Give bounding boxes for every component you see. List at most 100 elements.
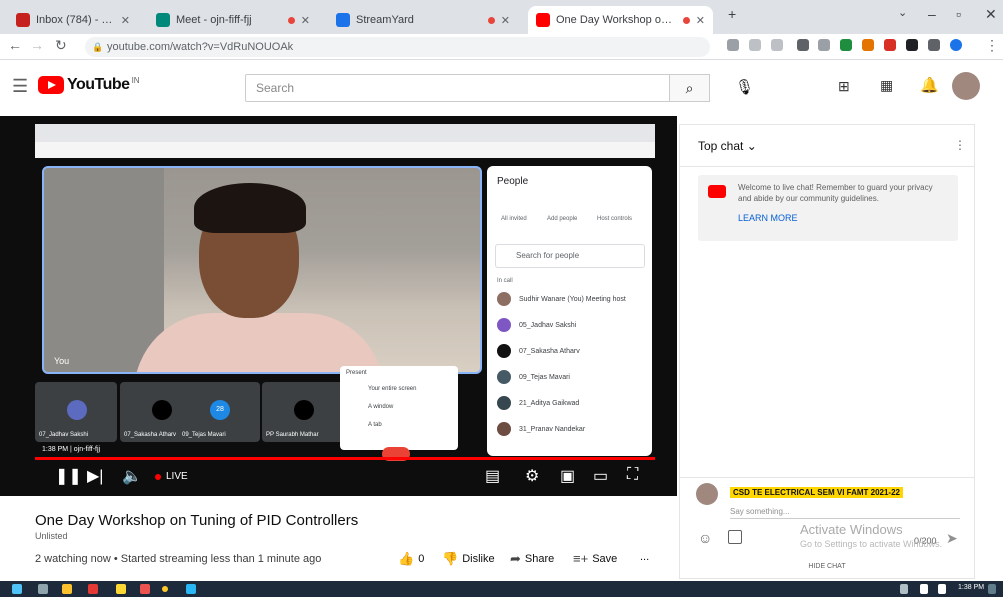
new-tab-button[interactable]: + (728, 6, 736, 22)
app-icon[interactable] (162, 586, 168, 592)
extension-icon[interactable] (797, 39, 809, 51)
youtube-logo[interactable]: YouTube IN (38, 76, 140, 94)
next-icon[interactable]: ▶| (87, 466, 103, 486)
gmail-icon (16, 13, 30, 27)
close-icon[interactable]: ✕ (301, 14, 310, 27)
chrome-menu-icon[interactable]: ⋮ (985, 37, 999, 54)
folder-icon[interactable] (116, 584, 126, 594)
participant-row[interactable]: 07_Sakasha Atharv (497, 340, 642, 362)
miniplayer-icon[interactable]: ▣ (560, 466, 575, 486)
chat-menu-icon[interactable]: ⋮ (954, 138, 966, 152)
reload-icon[interactable]: ↻ (55, 37, 67, 54)
participant-row[interactable]: 21_Aditya Gaikwad (497, 392, 642, 414)
account-avatar[interactable] (952, 72, 980, 100)
video-player[interactable]: You People All invited Add people Host c… (0, 116, 677, 496)
create-video-icon[interactable]: ⊞ (838, 78, 850, 95)
notifications-icon[interactable] (988, 584, 996, 594)
windows-start-icon[interactable] (12, 584, 22, 594)
recording-dot-icon (287, 16, 295, 24)
notifications-bell-icon[interactable]: 🔔 (920, 76, 939, 94)
tray-icon[interactable] (900, 584, 908, 594)
app-icon[interactable] (186, 584, 196, 594)
people-tab[interactable]: Add people (547, 216, 577, 222)
super-chat-icon[interactable] (728, 530, 742, 544)
present-option[interactable]: Your entire screen (368, 386, 416, 392)
share-icon[interactable] (749, 39, 761, 51)
present-option[interactable]: A window (368, 404, 393, 410)
visibility-badge: Unlisted (35, 531, 68, 541)
progress-bar[interactable] (35, 457, 655, 460)
volume-tray-icon[interactable] (920, 584, 928, 594)
back-icon[interactable]: ← (8, 37, 22, 53)
hamburger-menu-icon[interactable]: ☰ (12, 76, 28, 97)
extension-icon[interactable] (884, 39, 896, 51)
pause-icon[interactable]: ❚❚ (55, 466, 82, 486)
forward-icon[interactable]: → (30, 37, 44, 53)
tab-search-icon[interactable]: ⌄ (898, 6, 907, 19)
tab-gmail[interactable]: Inbox (784) - sudhir.wanare@c ✕ (8, 6, 138, 34)
live-badge[interactable]: LIVE (155, 471, 188, 482)
tab-youtube[interactable]: One Day Workshop on Tuni ✕ (528, 6, 713, 34)
emoji-icon[interactable]: ☺ (698, 530, 712, 546)
puzzle-icon[interactable] (906, 39, 918, 51)
chrome-icon[interactable] (88, 584, 98, 594)
fullscreen-icon[interactable]: ⛶ (627, 466, 638, 484)
url-field[interactable]: 🔒 youtube.com/watch?v=VdRuNOUOAk (85, 37, 710, 57)
participant-row[interactable]: 09_Tejas Mavari (497, 366, 642, 388)
like-button[interactable]: 👍 0 (398, 551, 424, 567)
theater-mode-icon[interactable]: ▭ (593, 466, 608, 486)
search-icon[interactable] (38, 584, 48, 594)
extension-icon[interactable] (818, 39, 830, 51)
extension-icon[interactable] (928, 39, 940, 51)
network-tray-icon[interactable] (938, 584, 946, 594)
close-icon[interactable]: ✕ (121, 14, 130, 27)
dislike-button[interactable]: 👎 Dislike (442, 551, 495, 567)
people-tab[interactable]: Host controls (597, 216, 632, 222)
participant-row[interactable]: 31_Pranav Nandekar (497, 418, 642, 440)
star-icon[interactable] (771, 39, 783, 51)
minimize-icon[interactable]: – (928, 6, 936, 22)
volume-icon[interactable]: 🔈 (122, 466, 142, 486)
profile-avatar[interactable] (950, 39, 962, 51)
top-chat-dropdown[interactable]: Top chat ⌄ (698, 139, 757, 153)
hide-chat-button[interactable]: HIDE CHAT (680, 563, 974, 570)
thumbs-up-icon: 👍 (398, 551, 415, 566)
people-tab[interactable]: All invited (501, 216, 527, 222)
close-icon[interactable]: ✕ (696, 14, 705, 27)
check-extension-icon[interactable] (840, 39, 852, 51)
file-explorer-icon[interactable] (62, 584, 72, 594)
close-icon[interactable]: ✕ (501, 14, 510, 27)
send-icon[interactable]: ➤ (946, 530, 958, 547)
more-actions-button[interactable]: ... (640, 551, 649, 563)
present-option[interactable]: A tab (368, 422, 382, 428)
tab-streamyard[interactable]: StreamYard ✕ (328, 6, 518, 34)
share-button[interactable]: ➦ Share (510, 551, 554, 567)
learn-more-link[interactable]: LEARN MORE (738, 213, 798, 223)
search-people-input[interactable]: Search for people (495, 244, 645, 268)
tab-title: Meet - ojn-fiff-fjj (176, 14, 252, 26)
streamyard-icon (336, 13, 350, 27)
maximize-icon[interactable]: ▫ (956, 6, 961, 22)
apps-icon[interactable]: ▦ (880, 77, 893, 94)
chat-input[interactable]: Say something... (730, 507, 960, 519)
lock-icon: 🔒 (92, 42, 104, 52)
participant-tile: 28 09_Tejas Mavari (178, 382, 260, 442)
taskbar-clock: 1:38 PM (958, 584, 985, 591)
chat-header: Top chat ⌄ ⋮ (680, 125, 974, 167)
search-button[interactable]: ⌕ (670, 74, 710, 102)
save-button[interactable]: ≡+ Save (573, 551, 617, 566)
close-window-icon[interactable]: ✕ (985, 6, 997, 23)
microphone-icon[interactable]: 🎙 (735, 78, 754, 96)
recording-dot-icon (682, 16, 690, 24)
settings-gear-icon[interactable]: ⚙ (525, 466, 539, 486)
people-title: People (497, 176, 529, 187)
install-icon[interactable] (727, 39, 739, 51)
extension-icon[interactable] (862, 39, 874, 51)
welcome-message: Welcome to live chat! Remember to guard … (738, 183, 933, 203)
app-icon[interactable] (140, 584, 150, 594)
subtitles-icon[interactable]: ▤ (485, 466, 500, 486)
participant-row[interactable]: 05_Jadhav Sakshi (497, 314, 642, 336)
tab-meet[interactable]: Meet - ojn-fiff-fjj ✕ (148, 6, 318, 34)
participant-row[interactable]: Sudhir Wanare (You) Meeting host (497, 288, 642, 310)
search-input[interactable]: Search (245, 74, 670, 102)
